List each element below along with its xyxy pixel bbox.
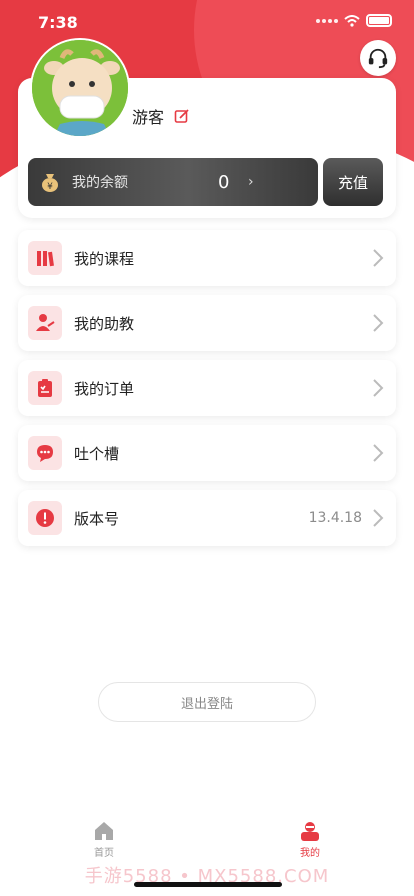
menu-label: 我的订单 [74,379,135,398]
headset-icon [368,48,388,69]
version-number: 13.4.18 [308,510,362,526]
chevron-right-icon: › [248,174,254,190]
menu-label: 版本号 [74,509,120,528]
status-time: 7:38 [38,13,78,32]
home-icon [95,822,113,840]
books-icon [37,251,54,267]
chat-icon [37,445,53,462]
edit-icon[interactable] [174,108,190,124]
status-bar: 7:38 [0,0,414,44]
avatar[interactable] [30,38,130,138]
username: 游客 [132,108,165,127]
balance-value: 0 [218,171,230,193]
tab-home[interactable]: 首页 [74,820,134,859]
customer-service-button[interactable] [360,40,396,76]
balance-label: 我的余额 [72,175,128,191]
tab-mine-label: 我的 [300,848,320,859]
cow-avatar-icon [32,40,128,136]
assistant-icon [36,314,55,331]
menu-label: 吐个槽 [74,444,120,463]
home-indicator [134,882,282,887]
chevron-right-icon [373,379,384,397]
tab-mine[interactable]: 我的 [280,820,340,859]
menu-item-version[interactable]: 版本号 13.4.18 [18,490,396,546]
chevron-right-icon [373,509,384,527]
chevron-right-icon [373,314,384,332]
battery-icon [366,14,392,27]
menu-item-feedback[interactable]: 吐个槽 [18,425,396,481]
wifi-icon [344,14,360,27]
menu-label: 我的课程 [74,249,135,268]
user-icon [301,822,319,841]
tab-home-label: 首页 [94,848,114,859]
order-icon [38,379,52,397]
signal-icon [316,18,338,23]
svg-text:¥: ¥ [47,182,53,192]
chevron-right-icon [373,444,384,462]
recharge-button[interactable]: 充值 [323,158,383,206]
menu-item-orders[interactable]: 我的订单 [18,360,396,416]
menu-item-assistant[interactable]: 我的助教 [18,295,396,351]
money-bag-icon: ¥ [42,174,58,192]
menu-item-courses[interactable]: 我的课程 [18,230,396,286]
chevron-right-icon [373,249,384,267]
info-icon [36,509,54,527]
menu-label: 我的助教 [74,314,135,333]
logout-button[interactable]: 退出登陆 [98,682,316,722]
balance-bar[interactable]: ¥ 我的余额 0 › [28,158,318,206]
